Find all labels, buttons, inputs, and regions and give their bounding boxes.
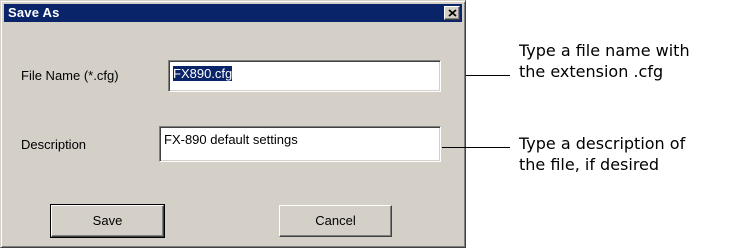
file-name-callout-line1: Type a file name with	[519, 41, 690, 60]
close-button[interactable]	[444, 6, 460, 20]
description-callout: Type a description of the file, if desir…	[519, 133, 685, 175]
screenshot-stage: Save As File Name (*.cfg) FX890.cfg Desc…	[0, 0, 741, 251]
description-callout-line	[442, 147, 510, 148]
file-name-label: File Name (*.cfg)	[21, 68, 119, 83]
description-value: FX-890 default settings	[164, 132, 298, 147]
dialog-title-bar[interactable]: Save As	[4, 4, 462, 22]
description-callout-line2: the file, if desired	[519, 155, 660, 174]
file-name-value: FX890.cfg	[173, 66, 233, 81]
description-input[interactable]: FX-890 default settings	[159, 126, 441, 162]
description-callout-line1: Type a description of	[519, 134, 686, 153]
cancel-button[interactable]: Cancel	[279, 205, 392, 237]
save-as-dialog: Save As File Name (*.cfg) FX890.cfg Desc…	[0, 0, 466, 248]
file-name-input[interactable]: FX890.cfg	[168, 60, 441, 92]
close-x-icon	[447, 9, 457, 17]
file-name-callout-line2: the extension .cfg	[519, 62, 664, 81]
dialog-title: Save As	[8, 5, 60, 20]
save-button[interactable]: Save	[50, 204, 165, 238]
file-name-callout: Type a file name with the extension .cfg	[519, 40, 690, 82]
file-name-callout-line	[466, 75, 510, 76]
description-label: Description	[21, 137, 87, 152]
